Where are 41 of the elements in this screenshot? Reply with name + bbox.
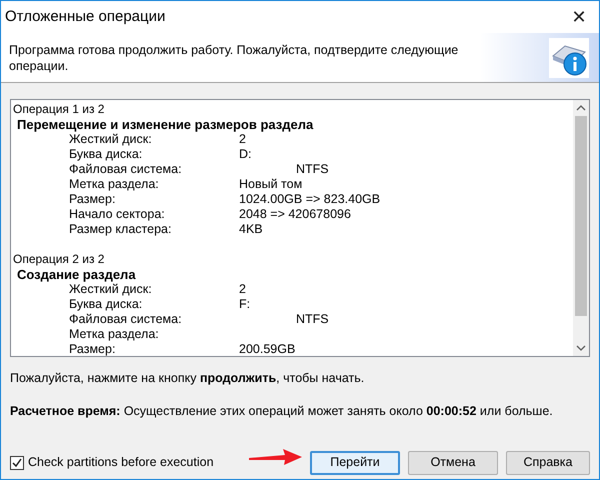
field-label: Метка раздела: (69, 327, 160, 342)
operation-counter: Операция 1 из 2 (13, 102, 106, 117)
operation-title: Перемещение и изменение размеров раздела (16, 117, 314, 132)
scroll-thumb[interactable] (575, 116, 587, 316)
field-value: 2 (239, 132, 246, 147)
header-message: Программа готова продолжить работу. Пожалуйста, подтвердите следующие операции. (9, 42, 460, 74)
field-value: NTFS (295, 312, 329, 327)
window-title: Отложенные операции (5, 6, 166, 27)
field-value: 2048 => 420678096 (239, 207, 351, 222)
field-value: F: (239, 297, 250, 312)
operation-title: Создание раздела (16, 267, 137, 282)
dialog-button[interactable]: Отмена (408, 450, 498, 474)
field-label: Буква диска: (69, 147, 144, 162)
instruction-text: Пожалуйста, нажмите на кнопку продолжить, чтобы начать. (10, 370, 366, 387)
arrow-drawing (247, 448, 303, 466)
dialog-button[interactable]: Справка (506, 450, 590, 474)
field-value: D: (239, 147, 252, 162)
field-label: Начало сектора: (69, 207, 166, 222)
field-value: NTFS (295, 162, 329, 177)
dialog-button[interactable]: Перейти (310, 450, 400, 474)
field-label: Размер: (69, 342, 116, 356)
field-label: Жесткий диск: (69, 132, 153, 147)
field-label: Метка раздела: (69, 177, 160, 192)
disk-info-icon (549, 38, 589, 78)
field-value: 4KB (239, 222, 263, 237)
field-value: Новый том (239, 177, 302, 192)
field-label: Жесткий диск: (69, 282, 153, 297)
checkbox[interactable] (10, 456, 24, 470)
field-label: Файловая система: (69, 162, 183, 177)
field-label: Файловая система: (69, 312, 183, 327)
field-value: 200.59GB (239, 342, 296, 356)
operation-counter: Операция 2 из 2 (13, 252, 106, 267)
field-value: 1024.00GB => 823.40GB (239, 192, 380, 207)
checkbox-label: Check partitions before execution (28, 454, 214, 472)
close-button[interactable]: ✕ (559, 1, 599, 33)
field-label: Буква диска: (69, 297, 144, 312)
field-label: Размер кластера: (69, 222, 172, 237)
field-value: 2 (239, 282, 246, 297)
estimate-text: Расчетное время: Осуществление этих операций может занять около 00:00:52 или больше. (10, 402, 554, 420)
scrollbar[interactable] (573, 100, 589, 356)
field-label: Размер: (69, 192, 116, 207)
